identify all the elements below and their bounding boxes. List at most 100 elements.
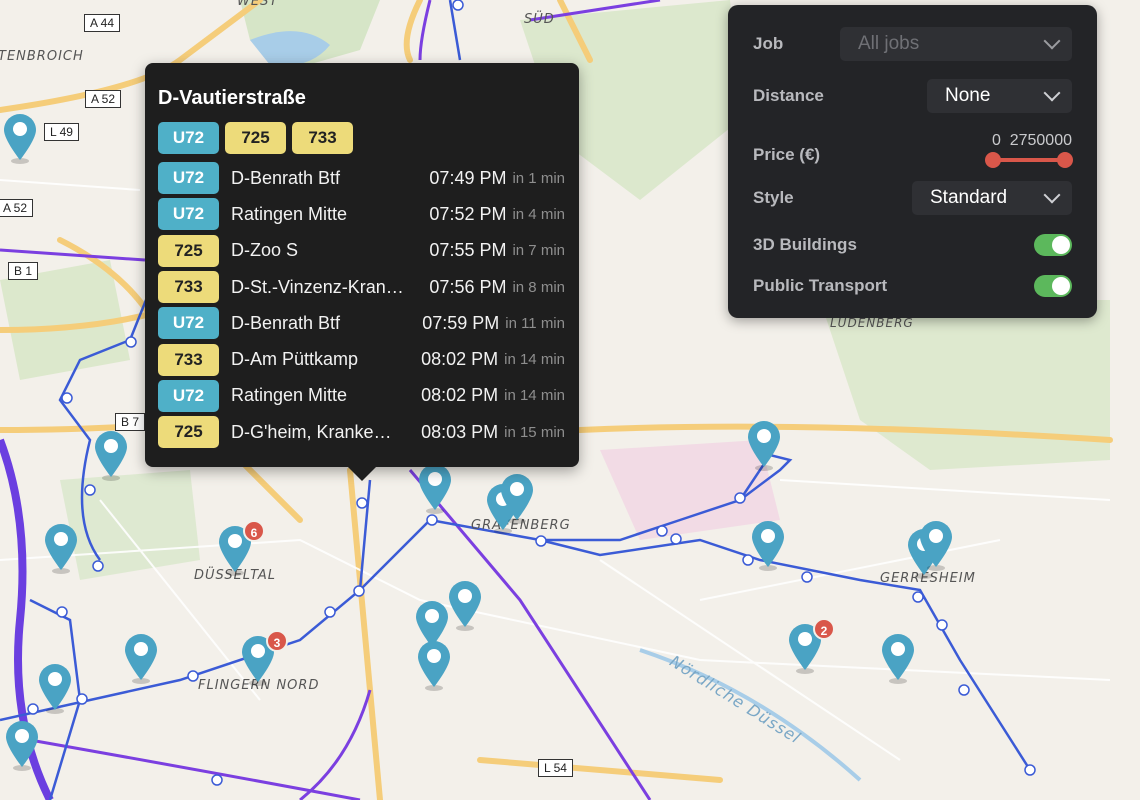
chevron-down-icon <box>1043 84 1061 102</box>
road-shield: A 52 <box>85 90 122 108</box>
departure-eta: in 4 min <box>512 205 565 223</box>
buildings-toggle[interactable] <box>1034 234 1072 256</box>
price-slider-track <box>994 158 1066 162</box>
map-pin-icon[interactable] <box>416 639 452 691</box>
toggle-knob <box>1052 236 1070 254</box>
distance-select-value: None <box>945 85 991 106</box>
job-label: Job <box>753 34 784 53</box>
area-label-sud: SÜD <box>524 12 555 27</box>
road-shield: L 49 <box>44 123 79 141</box>
map-pin-icon[interactable] <box>746 419 782 471</box>
map-pin-icon[interactable]: 2 <box>787 618 835 674</box>
chevron-down-icon <box>1043 32 1061 50</box>
line-chip: U72 <box>158 379 219 412</box>
departure-row: 733 D-St.-Vinzenz-Kran… 07:56 PM in 8 min <box>158 269 565 305</box>
map-pin-icon[interactable] <box>2 112 38 164</box>
price-label: Price (€) <box>753 145 821 164</box>
departure-time: 08:03 PM <box>421 421 499 442</box>
departure-time: 08:02 PM <box>421 385 499 406</box>
departure-row: 725 D-G'heim, Kranke… 08:03 PM in 15 min <box>158 414 565 450</box>
departure-row: U72 D-Benrath Btf 07:59 PM in 11 min <box>158 305 565 341</box>
transit-stop-popup: D-Vautierstraße U72 725 733 U72 D-Benrath… <box>145 63 579 481</box>
map-pin-icon[interactable] <box>93 429 129 481</box>
departure-destination: D-Am Püttkamp <box>231 349 359 370</box>
departure-destination: Ratingen Mitte <box>231 203 348 224</box>
price-max-handle[interactable] <box>1057 152 1073 168</box>
departure-destination: D-Benrath Btf <box>231 167 341 188</box>
map-pin-icon[interactable] <box>447 579 483 631</box>
cluster-count-badge: 2 <box>813 618 835 640</box>
job-select[interactable]: All jobs <box>840 27 1072 61</box>
road-shield: B 1 <box>8 262 39 280</box>
line-chip: U72 <box>158 307 219 340</box>
style-label: Style <box>753 188 794 207</box>
map-pin-icon[interactable] <box>417 462 453 514</box>
price-range-slider[interactable]: 0 2750000 <box>876 132 1073 178</box>
style-select[interactable]: Standard <box>912 181 1072 215</box>
area-label-ludenberg: LUDENBERG <box>830 316 914 330</box>
departure-row: 733 D-Am Püttkamp 08:02 PM in 14 min <box>158 341 565 377</box>
line-chip: U72 <box>158 198 219 231</box>
map-pin-icon[interactable]: 3 <box>240 630 288 686</box>
style-select-value: Standard <box>930 187 1008 208</box>
map-pin-icon[interactable] <box>123 632 159 684</box>
transport-label: Public Transport <box>753 276 888 295</box>
road-shield: A 44 <box>84 14 121 32</box>
line-chip-725[interactable]: 725 <box>225 122 286 154</box>
departure-eta: in 14 min <box>504 387 565 405</box>
price-min-handle[interactable] <box>985 152 1001 168</box>
line-chip: 733 <box>158 271 219 304</box>
departure-time: 07:56 PM <box>429 276 507 297</box>
departure-list: U72 D-Benrath Btf 07:49 PM in 1 min U72 Ratin… <box>158 160 565 450</box>
departure-eta: in 14 min <box>504 351 565 369</box>
map-pin-icon[interactable] <box>880 632 916 684</box>
map-pin-icon[interactable]: 6 <box>217 520 265 576</box>
departure-time: 07:52 PM <box>429 203 507 224</box>
departure-time: 07:55 PM <box>429 240 507 261</box>
departure-row: U72 Ratingen Mitte 07:52 PM in 4 min <box>158 196 565 232</box>
departure-destination: D-Benrath Btf <box>231 312 341 333</box>
departure-row: 725 D-Zoo S 07:55 PM in 7 min <box>158 233 565 269</box>
buildings-label: 3D Buildings <box>753 235 857 254</box>
map-pin-icon[interactable] <box>750 519 786 571</box>
toggle-knob <box>1052 277 1070 295</box>
road-shield: L 54 <box>538 759 573 777</box>
job-select-value: All jobs <box>858 33 920 54</box>
price-max-value: 2750000 <box>1009 132 1072 149</box>
stop-title: D-Vautierstraße <box>158 87 306 109</box>
line-chip: 733 <box>158 343 219 376</box>
road-shield: A 52 <box>0 199 34 217</box>
departure-destination: Ratingen Mitte <box>231 385 348 406</box>
area-label-tenbroich: TENBROICH <box>0 49 84 64</box>
departure-row: U72 D-Benrath Btf 07:49 PM in 1 min <box>158 160 565 196</box>
line-chips: U72 725 733 <box>158 122 565 154</box>
map-settings-panel: Job All jobs Distance None Price (€) 0 2… <box>728 5 1097 318</box>
departure-row: U72 Ratingen Mitte 08:02 PM in 14 min <box>158 378 565 414</box>
cluster-count-badge: 3 <box>266 630 288 652</box>
map-pin-icon[interactable] <box>918 519 954 571</box>
departure-time: 07:59 PM <box>422 312 500 333</box>
line-chip-u72[interactable]: U72 <box>158 122 219 154</box>
map-pin-icon[interactable] <box>43 522 79 574</box>
departure-destination: D-G'heim, Kranke… <box>231 421 392 442</box>
distance-select[interactable]: None <box>927 79 1072 113</box>
map-pin-icon[interactable] <box>4 719 40 771</box>
transport-toggle[interactable] <box>1034 275 1072 297</box>
line-chip: 725 <box>158 416 219 449</box>
line-chip-733[interactable]: 733 <box>292 122 353 154</box>
chevron-down-icon <box>1043 186 1061 204</box>
departure-time: 08:02 PM <box>421 349 499 370</box>
map-pin-icon[interactable] <box>499 472 535 524</box>
departure-eta: in 8 min <box>512 278 565 296</box>
map-pin-icon[interactable] <box>37 662 73 714</box>
price-min-value: 0 <box>992 132 1001 149</box>
departure-time: 07:49 PM <box>429 167 507 188</box>
area-label-west: WEST <box>237 0 279 9</box>
line-chip: U72 <box>158 162 219 195</box>
departure-eta: in 1 min <box>512 169 565 187</box>
departure-destination: D-Zoo S <box>231 240 299 261</box>
distance-label: Distance <box>753 86 824 105</box>
departure-eta: in 11 min <box>505 314 565 332</box>
line-chip: 725 <box>158 234 219 267</box>
departure-destination: D-St.-Vinzenz-Kran… <box>231 276 404 297</box>
